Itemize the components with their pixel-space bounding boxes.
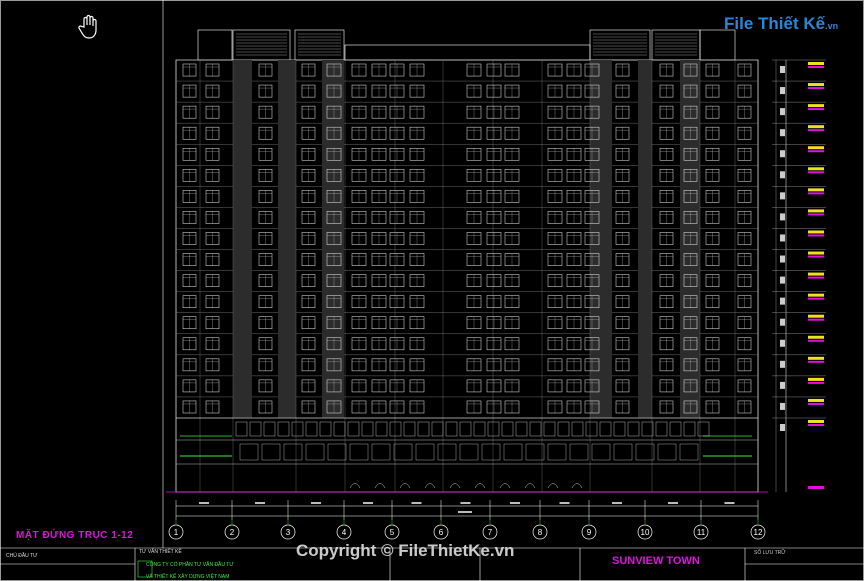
hand-cursor-icon xyxy=(78,14,97,39)
grid-bubble-label: 12 xyxy=(754,528,763,537)
dimension-lines xyxy=(175,500,759,520)
grid-bubble-label: 3 xyxy=(286,528,291,537)
sheet-archive-label: SỐ LƯU TRỮ xyxy=(754,550,786,556)
grid-bubble-label: 7 xyxy=(488,528,493,537)
grid-bubble-label: 10 xyxy=(641,528,650,537)
copyright-watermark: Copyright © FileThietKe.vn xyxy=(296,541,515,560)
site-logo[interactable]: File Thiết Kế.vn xyxy=(724,14,838,34)
company-name-line1: CÔNG TY CỔ PHẦN TƯ VẤN ĐẦU TƯ xyxy=(146,562,234,568)
level-markers xyxy=(772,59,826,492)
grid-bubble-label: 5 xyxy=(390,528,395,537)
investor-label: CHỦ ĐẦU TƯ xyxy=(6,553,38,559)
consultant-label: TƯ VẤN THIẾT KẾ xyxy=(139,549,182,555)
grid-bubble-label: 6 xyxy=(439,528,444,537)
grid-axis-bubbles: 1 2 3 4 5 6 7 8 9 10 11 12 xyxy=(168,520,766,540)
grid-bubble-label: 8 xyxy=(538,528,543,537)
logo-text: File Thiết Kế xyxy=(724,14,826,33)
grid-bubble-label: 1 xyxy=(174,528,179,537)
building-elevation xyxy=(166,29,768,493)
elevation-drawing-canvas[interactable]: 1 2 3 4 5 6 7 8 9 10 11 12 xyxy=(0,0,864,581)
grid-bubble-label: 2 xyxy=(230,528,235,537)
project-name: SUNVIEW TOWN xyxy=(612,555,700,567)
grid-bubble-label: 11 xyxy=(697,528,706,537)
logo-suffix: .vn xyxy=(825,21,839,31)
company-name-line2: VÀ THIẾT KẾ XÂY DỰNG VIỆT NAM xyxy=(146,574,230,580)
grid-bubble-label: 4 xyxy=(342,528,347,537)
grid-bubble-label: 9 xyxy=(587,528,592,537)
view-title: MẶT ĐỨNG TRỤC 1-12 xyxy=(16,530,134,541)
drawing-frame xyxy=(0,0,864,581)
